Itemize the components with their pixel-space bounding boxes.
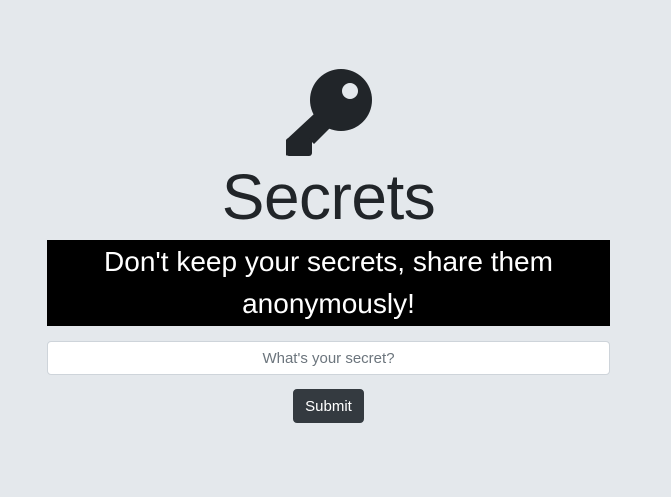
submit-button[interactable]: Submit <box>293 389 364 423</box>
page: Secrets Don't keep your secrets, share t… <box>0 0 671 497</box>
key-icon <box>286 69 372 156</box>
page-title: Secrets <box>221 161 436 233</box>
secret-input[interactable] <box>47 341 610 375</box>
tagline-banner: Don't keep your secrets, share them anon… <box>47 240 610 326</box>
